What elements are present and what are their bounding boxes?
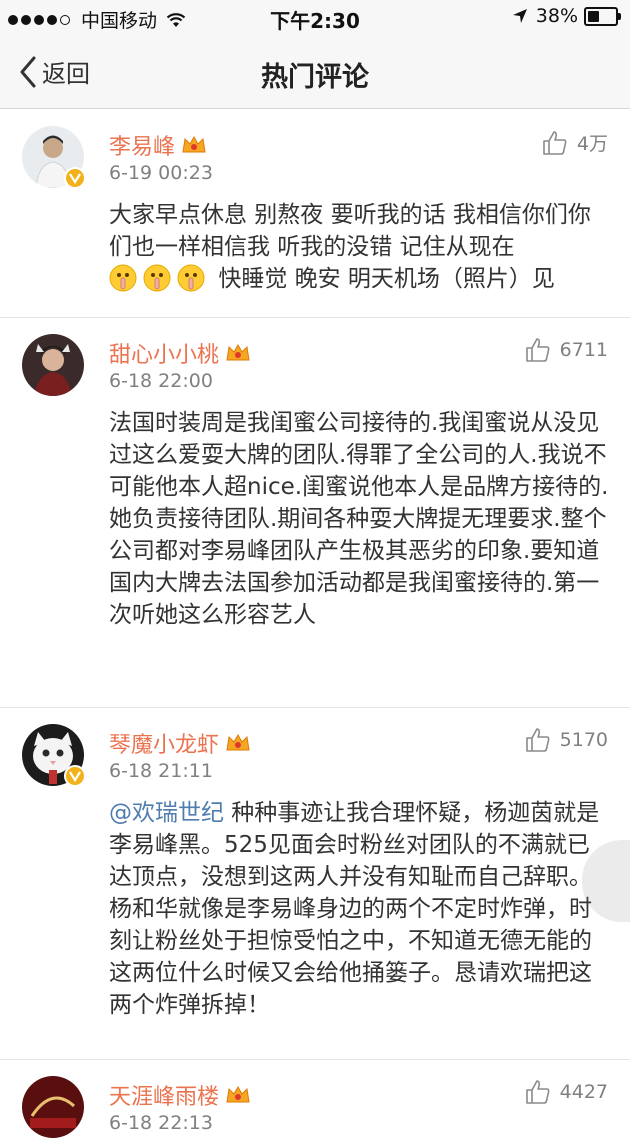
username[interactable]: 甜心小小桃	[109, 337, 251, 369]
comment-text: 大家早点休息 别熬夜 要听我的话 我相信你们你们也一样相信我 听我的没错 记住从…	[109, 199, 609, 295]
battery-percent: 38%	[535, 5, 578, 27]
timestamp: 6-19 00:23	[109, 162, 213, 184]
shush-emoji-icon	[109, 264, 137, 292]
like-count: 4427	[559, 1081, 608, 1103]
page-title: 热门评论	[261, 62, 369, 93]
comment-item: 李易峰 6-19 00:23 4万 大家早点休息 别熬夜 要听我的话 我相信你们…	[0, 109, 630, 318]
status-bar: 中国移动 下午2:30 38%	[0, 0, 630, 36]
verified-icon	[64, 765, 86, 787]
vip-crown-icon	[226, 343, 250, 361]
location-arrow-icon	[512, 9, 527, 23]
shush-emoji-icon	[177, 264, 205, 292]
like-button[interactable]: 6711	[525, 337, 608, 363]
thumbs-up-icon	[525, 728, 550, 752]
like-count: 4万	[576, 133, 608, 155]
username[interactable]: 天涯峰雨楼	[109, 1079, 251, 1111]
username-label: 天涯峰雨楼	[109, 1085, 220, 1110]
comment-text: 法国时装周是我闺蜜公司接待的.我闺蜜说从没见过这么爱耍大牌的团队.得罪了全公司的…	[109, 410, 609, 628]
thumbs-up-icon	[525, 1080, 550, 1104]
comment-item: 甜心小小桃 6-18 22:00 6711 法国时装周是我闺蜜公司接待的.我闺蜜…	[0, 317, 630, 708]
avatar[interactable]	[22, 1076, 84, 1138]
username[interactable]: 琴魔小龙虾	[109, 727, 251, 759]
avatar[interactable]	[22, 334, 84, 396]
comment-text-main: 种种事迹让我合理怀疑，杨迦茵就是李易峰黑。525见面会时粉丝对团队的不满就已达顶…	[109, 800, 600, 1018]
thumbs-up-icon	[525, 338, 550, 362]
thumbs-up-icon	[543, 130, 567, 155]
timestamp: 6-18 21:11	[109, 760, 213, 782]
like-count: 6711	[559, 339, 608, 361]
mention-link[interactable]: @欢瑞世纪	[109, 800, 224, 826]
vip-crown-icon	[226, 1085, 250, 1103]
status-right: 38%	[512, 5, 621, 27]
vip-crown-icon	[182, 135, 206, 153]
battery-icon	[584, 6, 621, 26]
like-count: 5170	[559, 729, 608, 751]
shush-emoji-icon	[143, 264, 171, 292]
comment-item: 天涯峰雨楼 6-18 22:13 4427	[0, 1059, 630, 1138]
nav-bar: 返回 热门评论	[0, 36, 630, 109]
timestamp: 6-18 22:00	[109, 370, 213, 392]
username[interactable]: 李易峰	[109, 129, 207, 161]
username-label: 李易峰	[109, 135, 176, 160]
comment-text: @欢瑞世纪 种种事迹让我合理怀疑，杨迦茵就是李易峰黑。525见面会时粉丝对团队的…	[109, 797, 609, 1021]
like-button[interactable]: 5170	[525, 727, 608, 753]
username-label: 琴魔小龙虾	[109, 733, 220, 758]
like-button[interactable]: 4427	[525, 1079, 608, 1105]
timestamp: 6-18 22:13	[109, 1112, 213, 1134]
comment-text-main: 大家早点休息 别熬夜 要听我的话 我相信你们你们也一样相信我 听我的没错 记住从…	[109, 202, 591, 260]
comment-item: 琴魔小龙虾 6-18 21:11 5170 @欢瑞世纪 种种事迹让我合理怀疑，杨…	[0, 707, 630, 1060]
like-button[interactable]: 4万	[542, 129, 608, 156]
username-label: 甜心小小桃	[109, 343, 220, 368]
vip-crown-icon	[226, 733, 250, 751]
comment-text-tail: 快睡觉 晚安 明天机场（照片）见	[218, 266, 555, 292]
verified-icon	[64, 167, 86, 189]
